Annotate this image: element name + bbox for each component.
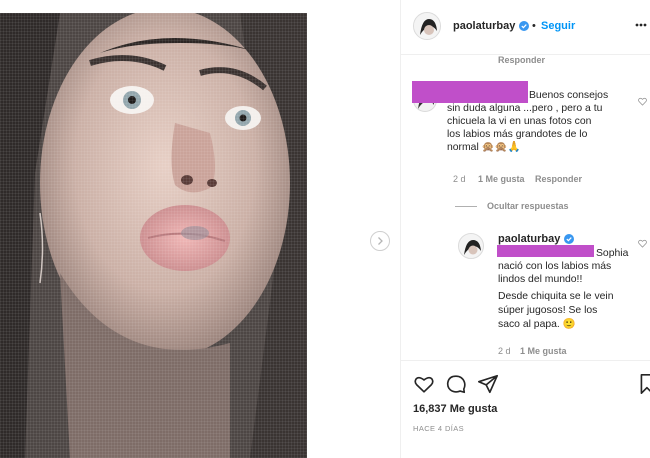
- reply-author-avatar[interactable]: [458, 233, 484, 259]
- reply-text-line: saco al papa. 🙂: [498, 319, 576, 330]
- reply-button[interactable]: Responder: [498, 55, 545, 65]
- comment-text-line: los labios más grandotes de lo: [447, 129, 588, 140]
- redacted-mention: [497, 245, 594, 257]
- post-media-pane: [0, 0, 400, 458]
- post-actions: 16,837 Me gusta HACE 4 DÍAS: [401, 360, 650, 458]
- post-header: paolaturbay • Seguir: [401, 0, 650, 55]
- share-paper-plane-icon[interactable]: [477, 373, 499, 395]
- more-options-icon[interactable]: [635, 23, 647, 27]
- save-bookmark-icon[interactable]: [639, 373, 650, 395]
- comment-likes[interactable]: 1 Me gusta: [478, 174, 525, 184]
- reply-likes[interactable]: 1 Me gusta: [520, 346, 567, 356]
- comment-time: 2 d: [453, 174, 466, 184]
- likes-count[interactable]: 16,837 Me gusta: [413, 403, 497, 415]
- verified-badge-icon: [519, 21, 529, 31]
- like-comment-heart-icon[interactable]: [638, 97, 647, 106]
- comment-text-line: normal 🙊🙊🙏: [447, 142, 521, 153]
- comment-bubble-icon[interactable]: [445, 373, 467, 395]
- reply-username[interactable]: paolaturbay: [498, 233, 560, 245]
- reply-text-line: Sophia: [596, 248, 629, 259]
- like-comment-heart-icon[interactable]: [638, 239, 647, 248]
- header-separator: •: [532, 20, 536, 32]
- reply-text-line: Desde chiquita se le vein: [498, 291, 614, 302]
- author-username[interactable]: paolaturbay: [453, 20, 515, 32]
- next-media-button[interactable]: [370, 231, 390, 251]
- verified-badge-icon: [564, 234, 574, 244]
- follow-button[interactable]: Seguir: [541, 20, 575, 32]
- post-sidebar: paolaturbay • Seguir Responder Buenos co…: [400, 0, 650, 458]
- avatar-image: [459, 234, 483, 258]
- reply-text-line: nació con los labios más: [498, 261, 612, 272]
- reply-time: 2 d: [498, 346, 511, 356]
- author-avatar[interactable]: [413, 12, 441, 40]
- reply-text-line: lindos del mundo!!: [498, 274, 583, 285]
- hide-replies-button[interactable]: Ocultar respuestas: [487, 201, 569, 211]
- comment-text-line: Buenos consejos: [529, 90, 609, 101]
- post-photo[interactable]: [0, 13, 307, 458]
- comment-text-line: chicuela la vi en unas fotos con: [447, 116, 592, 127]
- avatar-image: [414, 13, 440, 39]
- hide-replies-line: [455, 206, 477, 207]
- comment-text-line: sin duda alguna ...pero , pero a tu: [447, 103, 603, 114]
- like-heart-icon[interactable]: [413, 373, 435, 395]
- reply-text-line: súper jugosos! Se los: [498, 305, 598, 316]
- post-time-ago[interactable]: HACE 4 DÍAS: [413, 424, 464, 433]
- reply-button[interactable]: Responder: [535, 174, 582, 184]
- chevron-right-icon: [378, 237, 383, 245]
- redacted-username: [412, 81, 528, 103]
- post-photo-image: [0, 13, 307, 458]
